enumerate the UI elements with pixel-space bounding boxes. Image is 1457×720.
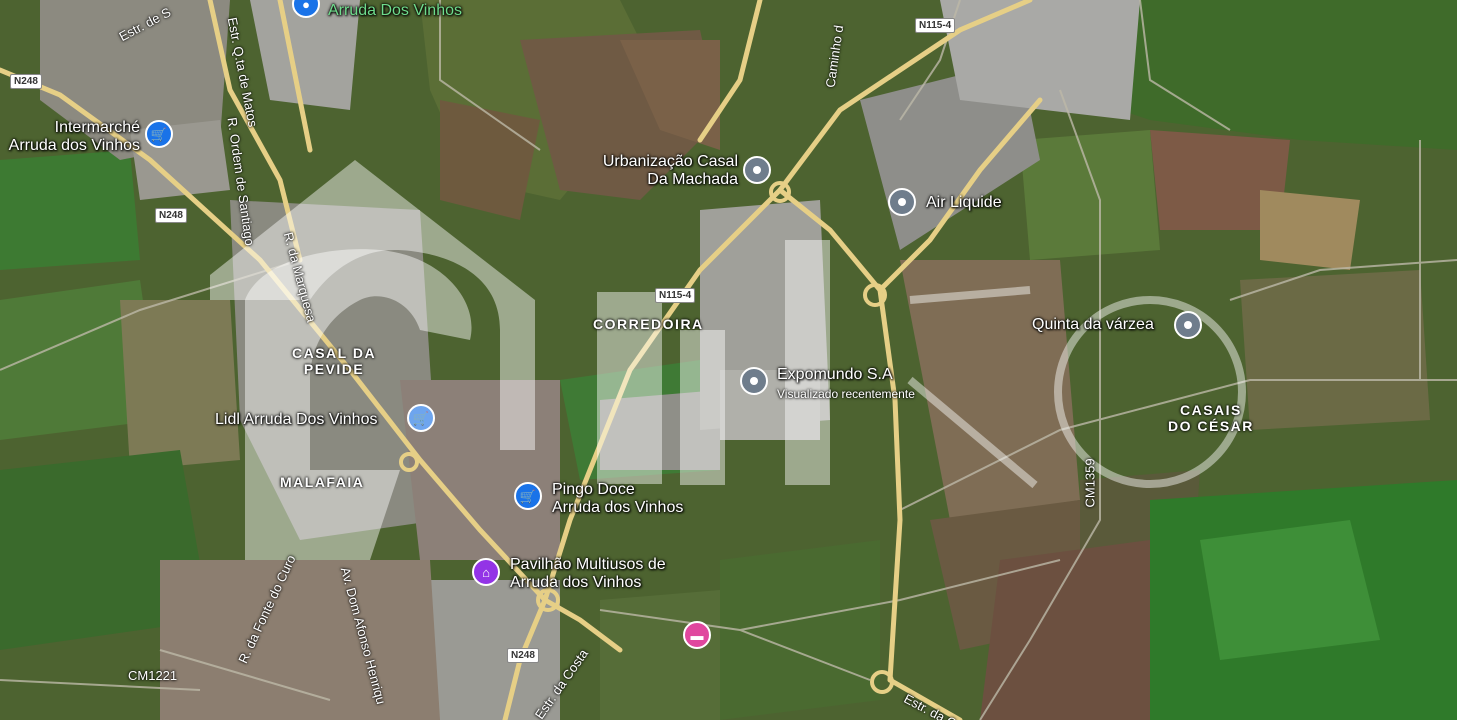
shopping-cart-icon[interactable]: 🛒 xyxy=(514,482,542,510)
place-label-lidl[interactable]: Lidl Arruda Dos Vinhos xyxy=(215,411,377,429)
road-label-cm1359: CM1359 xyxy=(1082,458,1098,508)
place-label-quinta[interactable]: Quinta da várzea xyxy=(1032,316,1154,334)
map-pin-icon[interactable] xyxy=(740,367,768,395)
place-sublabel-expomundo: Visualizado recentemente xyxy=(777,387,915,401)
map-pin-icon[interactable] xyxy=(888,188,916,216)
road-shield-n115-4: N115-4 xyxy=(655,288,696,303)
map-pin-icon[interactable] xyxy=(743,156,771,184)
place-label-expomundo[interactable]: Expomundo S.A xyxy=(777,366,893,384)
place-label-pavilhao[interactable]: Pavilhão Multiusos de Arruda dos Vinhos xyxy=(510,556,666,592)
place-label-intermarche[interactable]: Intermarché Arruda dos Vinhos xyxy=(0,119,140,155)
satellite-map[interactable]: N248 N248 N248 N115-4 N115-4 CM1221 CM13… xyxy=(0,0,1457,720)
shopping-cart-icon[interactable]: 🛒 xyxy=(145,120,173,148)
road-shield-n248: N248 xyxy=(507,648,539,663)
place-label-arruda[interactable]: Arruda Dos Vinhos xyxy=(328,2,462,20)
area-label-casal-da-pevide: CASAL DA PEVIDE xyxy=(292,345,377,377)
road-shield-n248: N248 xyxy=(155,208,187,223)
building-icon[interactable]: ⌂ xyxy=(472,558,500,586)
satellite-imagery xyxy=(0,0,1457,720)
area-label-malafaia: MALAFAIA xyxy=(280,474,365,490)
road-label-cm1221: CM1221 xyxy=(128,668,178,683)
bed-icon[interactable]: ▬ xyxy=(683,621,711,649)
road-shield-n248: N248 xyxy=(10,74,42,89)
area-label-corredoira: CORREDOIRA xyxy=(593,316,704,332)
place-label-urbanizacao[interactable]: Urbanização Casal Da Machada xyxy=(582,153,738,189)
shopping-cart-icon[interactable]: 🛒 xyxy=(407,404,435,432)
place-label-pingo-doce[interactable]: Pingo Doce Arruda dos Vinhos xyxy=(552,481,683,517)
place-label-air-liquide[interactable]: Air Liquide xyxy=(926,194,1002,212)
map-pin-icon[interactable] xyxy=(1174,311,1202,339)
area-label-casais-do-cesar: CASAIS DO CÉSAR xyxy=(1168,402,1254,434)
road-shield-n115-4: N115-4 xyxy=(915,18,956,33)
